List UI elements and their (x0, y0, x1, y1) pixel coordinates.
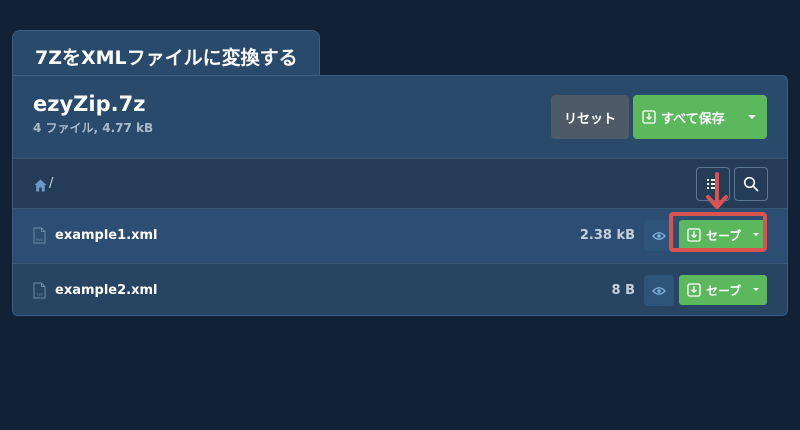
page-title-tab: 7ZをXMLファイルに変換する (12, 30, 320, 76)
save-all-button[interactable]: すべて保存 (633, 95, 767, 139)
save-all-label: すべて保存 (661, 111, 725, 127)
save-button-label: セーブ (706, 283, 742, 298)
file-name[interactable]: example2.xml (55, 283, 157, 298)
save-all-dropdown-button[interactable] (737, 95, 767, 139)
archive-name: ezyZip.7z (33, 92, 146, 116)
archive-info: 4 ファイル, 4.77 kB (33, 121, 154, 135)
eye-icon (652, 231, 666, 240)
arrow-down-icon (706, 172, 728, 209)
file-type-tag: TXT (35, 293, 43, 297)
download-icon (642, 110, 656, 124)
file-name[interactable]: example1.xml (55, 228, 157, 243)
reset-button[interactable]: リセット (551, 95, 629, 139)
archive-header: ezyZip.7z 4 ファイル, 4.77 kB リセット すべて保存 (13, 76, 787, 158)
highlight-box (669, 212, 767, 252)
reset-button-label: リセット (563, 111, 616, 127)
file-icon: PNG (33, 227, 46, 244)
table-row: TXT example2.xml 8 B セーブ (13, 263, 787, 315)
preview-button[interactable] (644, 275, 674, 306)
search-button[interactable] (734, 167, 768, 201)
archive-panel: ezyZip.7z 4 ファイル, 4.77 kB リセット すべて保存 / P… (12, 75, 788, 316)
breadcrumb-path: / (49, 176, 54, 191)
download-icon (687, 283, 701, 297)
save-button[interactable]: セーブ (679, 275, 767, 305)
file-size: 8 B (611, 283, 635, 298)
chevron-down-icon (748, 115, 756, 119)
file-size: 2.38 kB (579, 228, 635, 243)
file-icon: TXT (33, 282, 46, 299)
breadcrumb: / (13, 158, 787, 208)
home-icon[interactable] (34, 179, 47, 192)
save-all-main[interactable]: すべて保存 (633, 95, 737, 139)
file-type-tag: PNG (36, 238, 44, 242)
chevron-down-icon[interactable] (753, 288, 759, 291)
eye-icon (652, 286, 666, 295)
search-icon (743, 176, 759, 192)
